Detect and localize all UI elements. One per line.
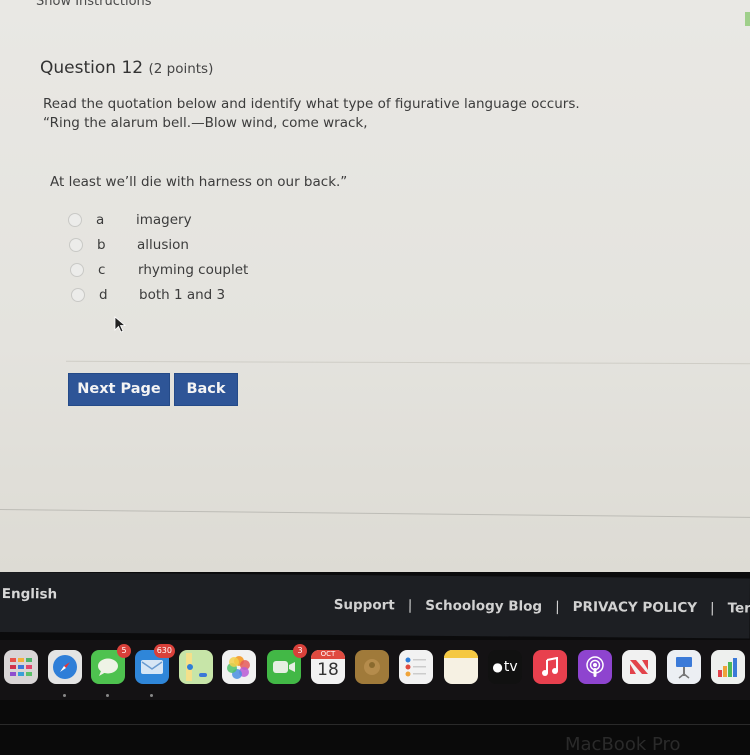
- bezel-edge: [0, 724, 750, 725]
- site-footer: English Support | Schoology Blog | PRIVA…: [0, 572, 750, 639]
- next-page-button[interactable]: Next Page: [68, 373, 170, 406]
- running-indicator: [63, 694, 66, 697]
- podcasts-icon[interactable]: [578, 650, 612, 684]
- keynote-icon[interactable]: [667, 650, 701, 684]
- notes-header: [444, 650, 478, 658]
- prompt-line-2: “Ring the alarum bell.—Blow wind, come w…: [43, 115, 368, 131]
- launchpad-icon[interactable]: [4, 650, 38, 684]
- option-text: allusion: [137, 236, 189, 253]
- facetime-icon[interactable]: 3: [267, 644, 307, 684]
- maps-icon[interactable]: [179, 650, 213, 684]
- terms-link[interactable]: Terms: [728, 600, 750, 616]
- option-text: rhyming couplet: [138, 261, 249, 278]
- running-indicator: [106, 694, 109, 697]
- prompt-line-1: Read the quotation below and identify wh…: [43, 96, 580, 112]
- mail-icon[interactable]: 630: [135, 644, 175, 697]
- answer-options: a imagery b allusion c rhyming couplet d…: [68, 207, 249, 307]
- calendar-day: 18: [317, 660, 339, 680]
- safari-icon[interactable]: [48, 650, 82, 697]
- link-separator: |: [709, 600, 715, 617]
- notification-badge: 5: [117, 644, 131, 658]
- page-divider: [0, 509, 750, 518]
- back-button[interactable]: Back: [174, 373, 238, 406]
- option-d[interactable]: d both 1 and 3: [71, 282, 249, 307]
- side-tab: [745, 12, 750, 26]
- music-icon[interactable]: [533, 650, 567, 684]
- option-letter: c: [98, 261, 106, 278]
- apple-tv-label: tv: [503, 659, 518, 675]
- numbers-icon[interactable]: [711, 650, 745, 684]
- language-selector[interactable]: English: [2, 586, 58, 602]
- option-text: imagery: [136, 211, 192, 228]
- question-points: (2 points): [148, 61, 214, 77]
- footer-links: Support | Schoology Blog | PRIVACY POLIC…: [334, 597, 750, 617]
- option-letter: b: [97, 236, 106, 253]
- question-number: Question 12: [40, 58, 144, 78]
- question-prompt: Read the quotation below and identify wh…: [43, 95, 580, 133]
- question-title: Question 12 (2 points): [40, 58, 213, 78]
- show-instructions-link[interactable]: Show Instructions: [36, 0, 152, 9]
- option-text: both 1 and 3: [139, 286, 226, 303]
- radio-button[interactable]: [70, 262, 84, 277]
- contacts-icon[interactable]: [355, 650, 389, 684]
- running-indicator: [150, 694, 153, 697]
- privacy-policy-link[interactable]: PRIVACY POLICY: [573, 599, 697, 616]
- notification-badge: 630: [153, 644, 175, 658]
- browser-viewport: Show Instructions Question 12 (2 points)…: [0, 0, 750, 572]
- macos-dock: 5 630 3 OCT 18 ● tv: [0, 640, 750, 700]
- option-a[interactable]: a imagery: [68, 207, 246, 232]
- radio-button[interactable]: [68, 212, 82, 227]
- calendar-month: OCT: [311, 650, 345, 659]
- schoology-blog-link[interactable]: Schoology Blog: [425, 598, 542, 615]
- radio-button[interactable]: [71, 287, 85, 302]
- option-b[interactable]: b allusion: [69, 232, 247, 257]
- quote-line-2: At least we’ll die with harness on our b…: [50, 174, 348, 190]
- link-separator: |: [407, 597, 413, 614]
- option-c[interactable]: c rhyming couplet: [70, 257, 248, 282]
- messages-icon[interactable]: 5: [91, 644, 131, 697]
- calendar-icon[interactable]: OCT 18: [311, 650, 345, 684]
- device-brand-label: MacBook Pro: [565, 734, 681, 755]
- mouse-pointer-icon: [114, 316, 127, 333]
- radio-button[interactable]: [69, 237, 83, 252]
- option-letter: a: [96, 211, 105, 228]
- section-divider: [66, 360, 750, 365]
- option-letter: d: [99, 286, 108, 303]
- support-link[interactable]: Support: [334, 597, 395, 614]
- laptop-bezel: MacBook Pro: [0, 700, 750, 755]
- link-separator: |: [555, 598, 560, 615]
- apple-logo-icon: ●: [492, 660, 503, 674]
- news-icon[interactable]: [622, 650, 656, 684]
- notes-icon[interactable]: [444, 650, 478, 684]
- apple-tv-icon[interactable]: ● tv: [488, 650, 522, 684]
- photos-icon[interactable]: [222, 650, 256, 684]
- notification-badge: 3: [293, 644, 307, 658]
- reminders-icon[interactable]: [399, 650, 433, 684]
